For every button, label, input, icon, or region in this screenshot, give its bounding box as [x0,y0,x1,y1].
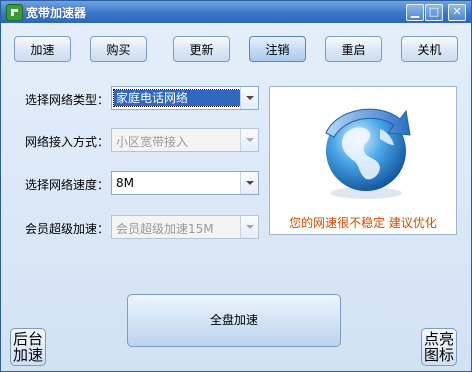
chevron-down-icon [240,216,258,238]
chevron-down-icon [240,129,258,151]
light-icon-button[interactable]: 点亮 图标 [421,328,457,366]
background-speedup-line2: 加速 [12,346,43,364]
full-disk-speedup-button[interactable]: 全盘加速 [127,294,341,347]
member-boost-select: 会员超级加速15M [111,215,259,239]
chevron-down-icon[interactable] [240,172,258,194]
access-mode-label: 网络接入方式： [25,135,110,149]
main-content: 加速 购买 更新 注销 重启 关机 选择网络类型： 家庭电话网络 网络接入方式：… [1,23,471,371]
background-speedup-button[interactable]: 后台 加速 [10,328,46,366]
status-panel: 您的网速很不稳定 建议优化 [269,86,457,235]
light-icon-line2: 图标 [423,346,454,364]
network-speed-select[interactable]: 8M [111,171,259,195]
app-window: 宽带加速器 ▁ □ ✕ 加速 购买 更新 注销 重启 关机 选择网络类型： 家庭… [0,0,472,372]
update-button[interactable]: 更新 [173,36,230,62]
member-boost-value: 会员超级加速15M [116,222,214,236]
maximize-button[interactable]: □ [425,4,443,21]
access-mode-select: 小区宽带接入 [111,128,259,152]
member-boost-label: 会员超级加速： [25,222,110,236]
minimize-button[interactable]: ▁ [406,4,424,21]
status-message: 您的网速很不稳定 建议优化 [289,216,437,230]
network-type-label: 选择网络类型： [25,93,110,107]
restart-button[interactable]: 重启 [325,36,382,62]
globe-arrow-icon [325,108,411,199]
background-speedup-line1: 后台 [12,330,43,348]
network-speed-value: 8M [116,176,134,190]
buy-button[interactable]: 购买 [90,36,147,62]
access-mode-value: 小区宽带接入 [116,135,189,149]
logout-button[interactable]: 注销 [249,36,306,62]
app-logo-icon [6,4,23,21]
chevron-down-icon[interactable] [240,87,258,109]
window-title: 宽带加速器 [26,6,87,20]
network-type-select[interactable]: 家庭电话网络 [111,86,259,110]
network-speed-label: 选择网络速度： [25,178,110,192]
shutdown-button[interactable]: 关机 [401,36,458,62]
close-button[interactable]: ✕ [448,4,466,21]
network-type-value: 家庭电话网络 [113,89,241,107]
light-icon-line1: 点亮 [423,330,454,348]
title-bar[interactable]: 宽带加速器 ▁ □ ✕ [1,1,471,23]
speedup-button[interactable]: 加速 [14,36,71,62]
